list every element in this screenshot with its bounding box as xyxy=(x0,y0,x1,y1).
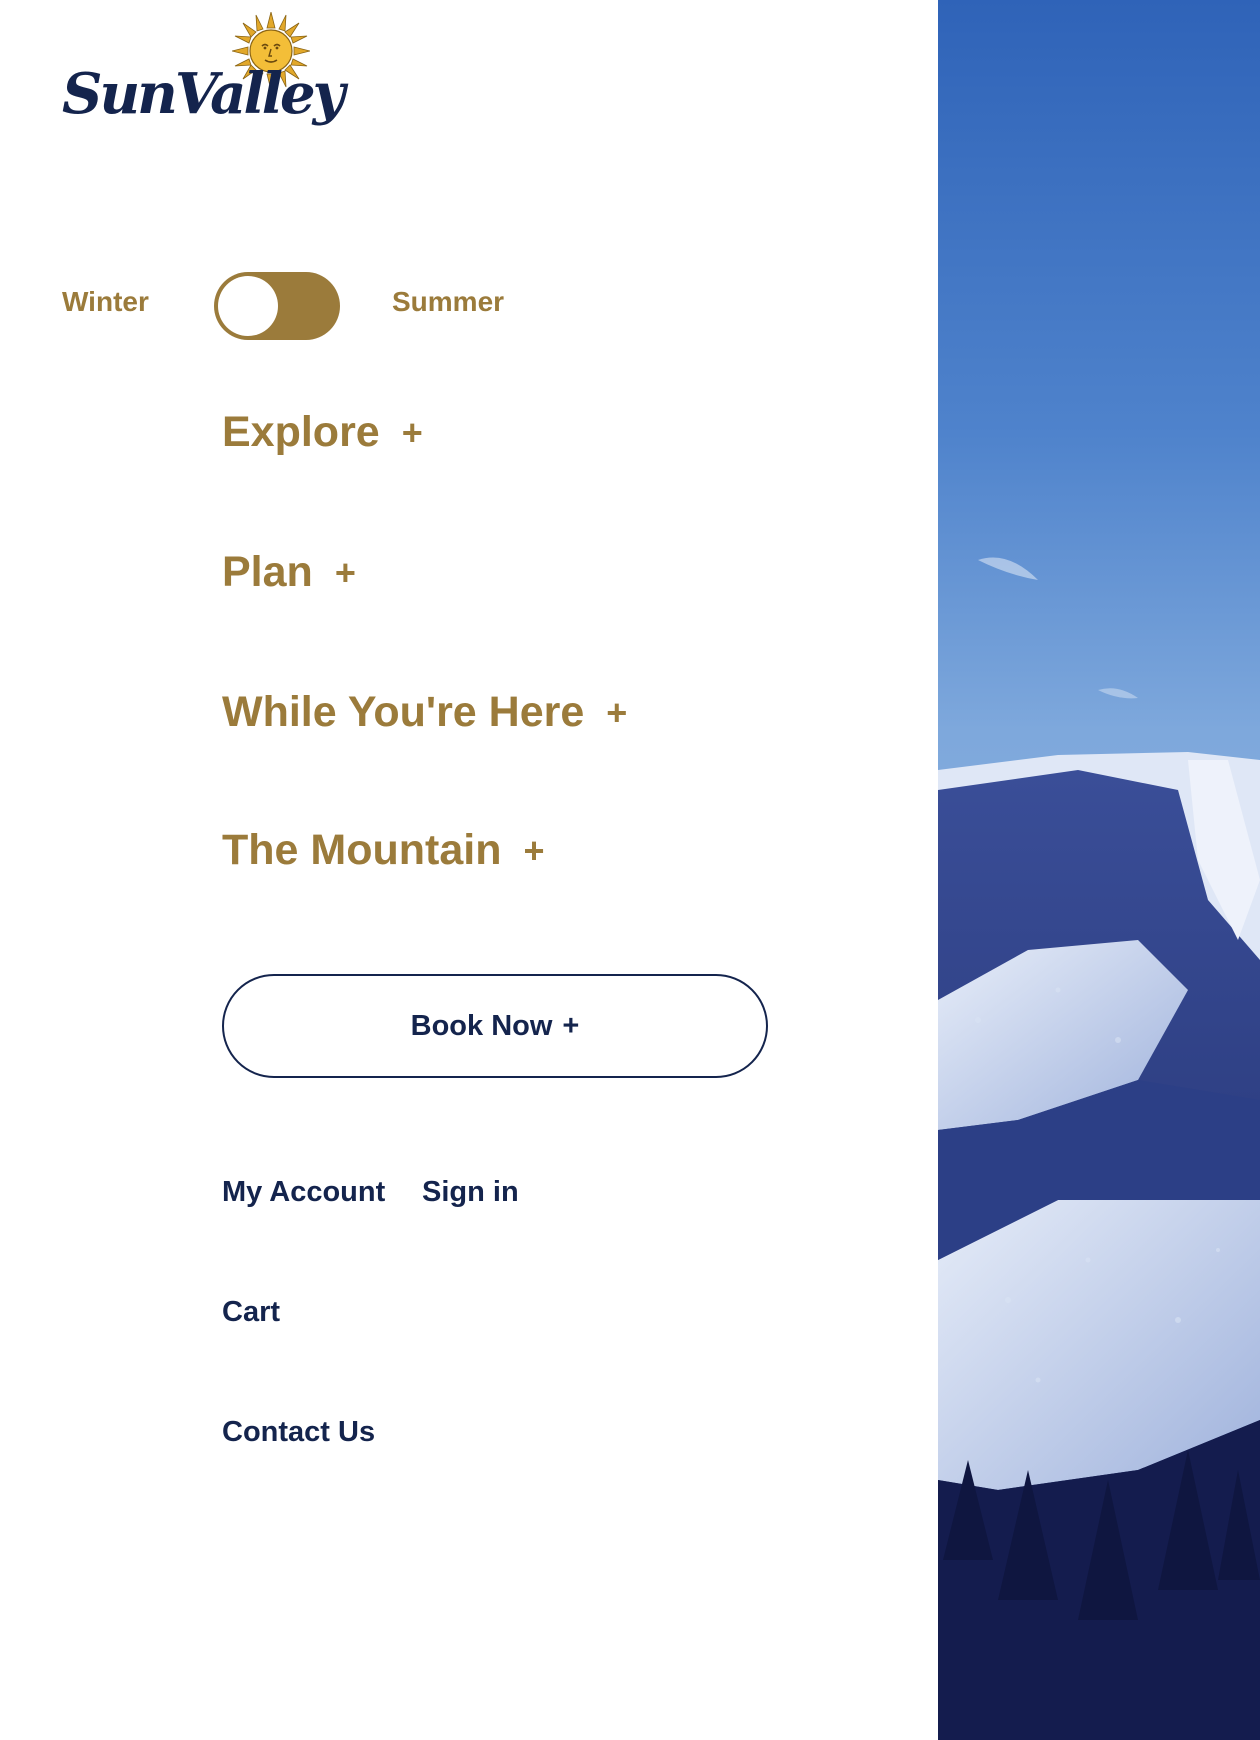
sign-in-link[interactable]: Sign in xyxy=(422,1176,519,1209)
cart-link[interactable]: Cart xyxy=(222,1296,280,1329)
nav-item-while-youre-here[interactable]: While You're Here + xyxy=(222,688,627,737)
expand-plus-icon: + xyxy=(334,551,356,593)
sun-valley-logo[interactable]: SunValley xyxy=(62,12,345,146)
book-now-label: Book Now xyxy=(410,1009,553,1042)
expand-plus-icon: + xyxy=(523,829,545,871)
expand-plus-icon: + xyxy=(606,691,628,733)
book-now-button[interactable]: Book Now + xyxy=(222,974,768,1078)
contact-us-link[interactable]: Contact Us xyxy=(222,1416,375,1449)
menu-page: SunValley Winter Summer Explore + Plan +… xyxy=(0,0,1260,1740)
nav-item-label: Plan xyxy=(222,548,313,596)
season-label-winter: Winter xyxy=(62,286,149,317)
season-label-summer: Summer xyxy=(392,286,505,317)
plus-icon: + xyxy=(562,1009,580,1042)
nav-item-explore[interactable]: Explore + xyxy=(222,408,423,457)
logo-wordmark: SunValley xyxy=(62,61,345,127)
nav-item-label: The Mountain xyxy=(222,826,502,874)
navigation-menu-panel: SunValley Winter Summer Explore + Plan +… xyxy=(0,0,938,1740)
nav-item-label: Explore xyxy=(222,408,380,456)
season-toggle-switch[interactable] xyxy=(214,272,340,340)
nav-item-label: While You're Here xyxy=(222,688,585,736)
snowy-mountain-image xyxy=(938,0,1260,1740)
my-account-link[interactable]: My Account xyxy=(222,1176,385,1209)
expand-plus-icon: + xyxy=(401,411,423,453)
nav-item-plan[interactable]: Plan + xyxy=(222,548,356,597)
toggle-knob xyxy=(218,276,278,336)
nav-item-the-mountain[interactable]: The Mountain + xyxy=(222,826,545,875)
